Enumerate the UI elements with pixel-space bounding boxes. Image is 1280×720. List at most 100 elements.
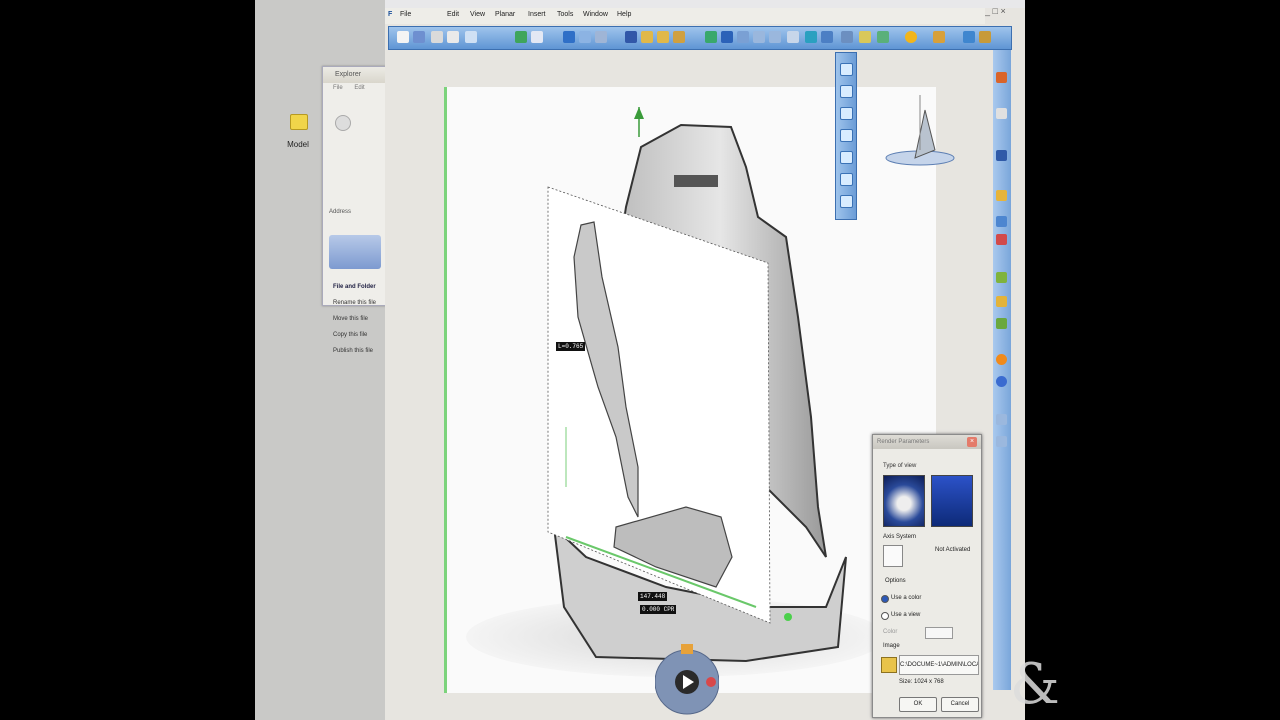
- radio-use-color[interactable]: [881, 595, 889, 603]
- close-icon[interactable]: ×: [967, 437, 977, 447]
- ok-button[interactable]: OK: [899, 697, 937, 712]
- dimension-label: 147.448: [638, 592, 668, 601]
- color-label: Color: [883, 629, 898, 635]
- menu-file[interactable]: File: [400, 11, 411, 18]
- explorer-menu-edit[interactable]: Edit: [354, 85, 364, 91]
- menu-planar[interactable]: Planar: [495, 11, 515, 18]
- explorer-titlebar[interactable]: Explorer: [323, 67, 385, 83]
- hide-show-icon[interactable]: [841, 31, 853, 43]
- tool-icon[interactable]: [996, 234, 1007, 245]
- trim-icon[interactable]: [840, 173, 853, 186]
- tool-icon[interactable]: [996, 436, 1007, 447]
- rotate-icon[interactable]: [737, 31, 749, 43]
- catalog-icon[interactable]: [979, 31, 991, 43]
- folder-icon: [290, 114, 308, 130]
- workbench-icon[interactable]: [515, 31, 527, 43]
- fit-all-icon[interactable]: [705, 31, 717, 43]
- join-icon[interactable]: [840, 195, 853, 208]
- zoom-out-icon[interactable]: [769, 31, 781, 43]
- not-activated-label: Not Activated: [935, 547, 971, 553]
- menu-view[interactable]: View: [470, 11, 485, 18]
- back-button[interactable]: [335, 115, 351, 131]
- app-menubar: F File Edit View Planar Insert Tools Win…: [385, 8, 985, 24]
- address-label: Address: [329, 209, 352, 215]
- main-toolbar: [388, 26, 1012, 50]
- explorer-menubar: File Edit: [323, 85, 385, 97]
- menu-window[interactable]: Window: [583, 11, 608, 18]
- tool-icon[interactable]: [996, 272, 1007, 283]
- swap-icon[interactable]: [859, 31, 871, 43]
- compass-icon[interactable]: [885, 90, 955, 170]
- offset-icon[interactable]: [840, 129, 853, 142]
- open-file-icon[interactable]: [413, 31, 425, 43]
- tool-icon[interactable]: [996, 354, 1007, 365]
- curve-icon[interactable]: [840, 85, 853, 98]
- explorer-window[interactable]: Explorer File Edit Address File and Fold…: [322, 66, 386, 354]
- measure-icon[interactable]: [933, 31, 945, 43]
- cancel-button[interactable]: Cancel: [941, 697, 979, 712]
- tree-icon[interactable]: [625, 31, 637, 43]
- analysis-icon[interactable]: [963, 31, 975, 43]
- sketch-icon[interactable]: [579, 31, 591, 43]
- task-item[interactable]: Publish this file: [333, 343, 381, 359]
- tool-icon[interactable]: [996, 216, 1007, 227]
- view-type-1-thumb[interactable]: [883, 475, 925, 527]
- file-tasks-list: File and Folder Rename this file Move th…: [333, 279, 381, 359]
- lamp-icon[interactable]: [641, 31, 653, 43]
- zoom-in-icon[interactable]: [753, 31, 765, 43]
- explorer-menu-file[interactable]: File: [333, 85, 343, 91]
- material-icon[interactable]: [673, 31, 685, 43]
- dialog-title[interactable]: Render Parameters: [873, 435, 981, 449]
- radio-use-view[interactable]: [881, 612, 889, 620]
- view-mode-icon[interactable]: [877, 31, 889, 43]
- window-controls[interactable]: _ □ ×: [985, 6, 1006, 16]
- tool-icon[interactable]: [996, 108, 1007, 119]
- seat-sketch-image: [446, 87, 886, 693]
- desktop-folder-icon[interactable]: Model: [282, 112, 314, 156]
- help-icon[interactable]: [531, 31, 543, 43]
- paste-icon[interactable]: [465, 31, 477, 43]
- tasks-panel-header[interactable]: [329, 235, 381, 269]
- task-item[interactable]: Copy this file: [333, 327, 381, 343]
- app-titlebar[interactable]: [385, 0, 1025, 8]
- menu-insert[interactable]: Insert: [528, 11, 546, 18]
- image-path-field[interactable]: C:\DOCUME~1\ADMIN\LOCA: [899, 655, 979, 675]
- axis-icon[interactable]: [883, 545, 903, 567]
- playback-control[interactable]: [655, 636, 719, 720]
- iso-view-icon[interactable]: [805, 31, 817, 43]
- plane-icon[interactable]: [840, 63, 853, 76]
- size-text: Size: 1024 x 768: [899, 679, 944, 685]
- task-item[interactable]: Rename this file: [333, 295, 381, 311]
- render-style-icon[interactable]: [821, 31, 833, 43]
- floating-toolbar: [835, 52, 857, 220]
- plane-icon[interactable]: [595, 31, 607, 43]
- view-type-2-thumb[interactable]: [931, 475, 973, 527]
- pan-icon[interactable]: [721, 31, 733, 43]
- copy-icon[interactable]: [447, 31, 459, 43]
- task-item[interactable]: Move this file: [333, 311, 381, 327]
- light-icon[interactable]: [657, 31, 669, 43]
- tool-icon[interactable]: [996, 376, 1007, 387]
- bulb-icon[interactable]: [905, 31, 917, 43]
- project-icon[interactable]: [840, 151, 853, 164]
- tool-icon[interactable]: [996, 296, 1007, 307]
- tool-icon[interactable]: [996, 414, 1007, 425]
- new-file-icon[interactable]: [397, 31, 409, 43]
- dimension-label: 0.000 CPR: [640, 605, 677, 614]
- tool-icon[interactable]: [996, 190, 1007, 201]
- normal-view-icon[interactable]: [787, 31, 799, 43]
- folder-icon[interactable]: [881, 657, 897, 673]
- menu-edit[interactable]: Edit: [447, 11, 459, 18]
- tool-icon[interactable]: [996, 72, 1007, 83]
- cut-icon[interactable]: [431, 31, 443, 43]
- tool-icon[interactable]: [996, 150, 1007, 161]
- desktop-icon-label: Model: [287, 140, 309, 149]
- color-swatch-button[interactable]: [925, 627, 953, 639]
- surface-icon[interactable]: [840, 107, 853, 120]
- image-label: Image: [883, 643, 900, 649]
- menu-help[interactable]: Help: [617, 11, 631, 18]
- menu-tools[interactable]: Tools: [557, 11, 573, 18]
- select-icon[interactable]: [563, 31, 575, 43]
- 3d-viewport[interactable]: L=0.765 147.448 0.000 CPR: [444, 87, 936, 693]
- tool-icon[interactable]: [996, 318, 1007, 329]
